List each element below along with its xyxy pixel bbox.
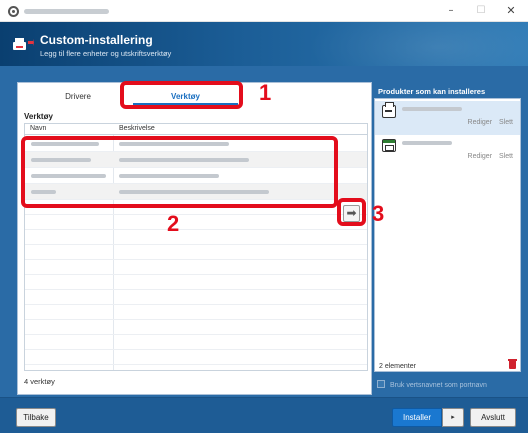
- product-name-redacted: [402, 141, 452, 145]
- title-bar: – ☐ ✕: [0, 0, 528, 22]
- table-row[interactable]: [25, 152, 367, 168]
- use-hostname-option[interactable]: Bruk vertsnavnet som portnavn: [377, 380, 487, 389]
- annotation-number: 3: [372, 201, 385, 226]
- tool-name-redacted: [31, 190, 56, 194]
- minimize-button[interactable]: –: [436, 0, 466, 22]
- use-hostname-label: Bruk vertsnavnet som portnavn: [390, 382, 487, 389]
- annotation-number: 1: [259, 80, 272, 105]
- footer-bar: Tilbake Installer ▸ Avslutt: [0, 397, 528, 433]
- empty-row: [25, 320, 367, 335]
- page-title: Custom-installering: [40, 33, 153, 47]
- products-title: Produkter som kan installeres: [378, 87, 486, 96]
- product-item[interactable]: Rediger Slett: [375, 101, 520, 135]
- tool-description-redacted: [119, 158, 249, 162]
- tools-table: Navn Beskrivelse: [24, 123, 368, 371]
- window-icon: [382, 139, 396, 152]
- products-panel: Rediger Slett Rediger Slett 2 elementer: [374, 98, 521, 372]
- tab-tools[interactable]: Verktøy: [133, 88, 238, 105]
- header-banner: Custom-installering Legg til flere enhet…: [0, 22, 528, 66]
- table-row[interactable]: [25, 168, 367, 184]
- empty-row: [25, 200, 367, 215]
- tab-drivers[interactable]: Drivere: [28, 88, 128, 105]
- table-row[interactable]: [25, 184, 367, 200]
- back-button[interactable]: Tilbake: [16, 408, 56, 427]
- page-subtitle: Legg til flere enheter og utskriftsverkt…: [40, 49, 172, 58]
- empty-row: [25, 290, 367, 305]
- tool-name-redacted: [31, 158, 91, 162]
- empty-row: [25, 260, 367, 275]
- edit-product-link[interactable]: Rediger: [468, 119, 493, 126]
- empty-row: [25, 230, 367, 245]
- tools-count: 4 verktøy: [24, 377, 55, 386]
- window-title-redacted: [24, 9, 109, 14]
- table-row[interactable]: [25, 136, 367, 152]
- tool-name-redacted: [31, 174, 106, 178]
- tools-section-label: Verktøy: [24, 112, 53, 121]
- product-item[interactable]: Rediger Slett: [375, 135, 520, 169]
- tool-description-redacted: [119, 190, 269, 194]
- empty-row: [25, 275, 367, 290]
- install-button[interactable]: Installer: [392, 408, 442, 427]
- edit-product-link[interactable]: Rediger: [468, 153, 493, 160]
- install-icon: [13, 38, 34, 50]
- tool-description-redacted: [119, 174, 219, 178]
- app-icon: [8, 6, 19, 17]
- use-hostname-checkbox[interactable]: [377, 380, 385, 388]
- column-header-description[interactable]: Beskrivelse: [119, 125, 155, 132]
- column-header-name[interactable]: Navn: [30, 125, 46, 132]
- maximize-button[interactable]: ☐: [466, 0, 496, 22]
- add-to-products-button[interactable]: ➡: [343, 205, 360, 222]
- close-window-button[interactable]: ✕: [496, 0, 526, 22]
- empty-row: [25, 350, 367, 365]
- product-name-redacted: [402, 107, 462, 111]
- tool-name-redacted: [31, 142, 99, 146]
- trash-icon[interactable]: [508, 359, 517, 369]
- left-panel: Drivere Verktøy Verktøy Navn Beskrivelse: [17, 82, 372, 395]
- install-options-button[interactable]: ▸: [442, 408, 464, 427]
- main-area: Drivere Verktøy Verktøy Navn Beskrivelse: [0, 66, 528, 433]
- empty-row: [25, 215, 367, 230]
- annotation-number: 2: [167, 211, 180, 236]
- products-count: 2 elementer: [379, 363, 416, 370]
- printer-icon: [382, 102, 396, 118]
- exit-button[interactable]: Avslutt: [470, 408, 516, 427]
- empty-row: [25, 335, 367, 350]
- empty-row: [25, 305, 367, 320]
- delete-product-link[interactable]: Slett: [499, 153, 513, 160]
- tool-description-redacted: [119, 142, 229, 146]
- empty-row: [25, 245, 367, 260]
- delete-product-link[interactable]: Slett: [499, 119, 513, 126]
- table-header: Navn Beskrivelse: [25, 124, 367, 135]
